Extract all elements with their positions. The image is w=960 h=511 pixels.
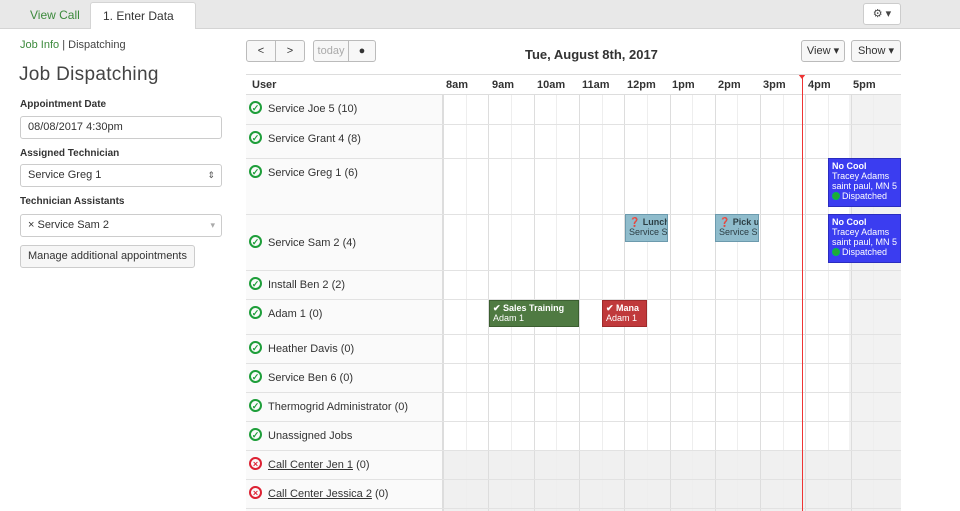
chevron-right-icon: > [286,45,294,57]
top-tab-bar: View Call 1. Enter Data ⚙ ▾ [0,0,960,29]
user-name: Heather Davis (0) [268,343,355,355]
user-name: Call Center Jessica 2 (0) [268,488,389,500]
user-name: Service Grant 4 (8) [268,133,361,145]
user-name: Call Center Jen 1 (0) [268,459,370,471]
chevron-down-icon: ▾ [210,220,215,230]
breadcrumb-separator: | [59,39,69,51]
technician-assistants-select[interactable]: × Service Sam 2 ▾ [20,214,222,237]
show-dropdown-button[interactable]: Show ▾ [851,40,901,62]
assistant-tag-service-sam-2[interactable]: × Service Sam 2 [28,219,109,231]
tab-enter-data[interactable]: 1. Enter Data [90,2,196,29]
assigned-technician-label: Assigned Technician [20,148,120,159]
hour-label: 8am [446,79,469,91]
hour-label: 3pm [763,79,786,91]
user-name: Install Ben 2 (2) [268,279,346,291]
hour-label: 1pm [672,79,695,91]
event-greg-no-cool[interactable]: No Cool Tracey Adams saint paul, MN 5 Di… [828,158,901,207]
tab-view-call[interactable]: View Call [18,2,92,29]
appointment-date-input[interactable]: 08/08/2017 4:30pm [20,116,222,139]
breadcrumb: Job Info | Dispatching [20,39,126,51]
user-link[interactable]: Call Center Jen 1 [268,459,353,471]
current-time-marker-icon [798,75,806,79]
check-circle-icon: ✓ [249,131,262,144]
page-title: Job Dispatching [19,64,159,85]
check-circle-icon: ✓ [249,428,262,441]
hour-label: 12pm [627,79,656,91]
breadcrumb-job-info-link[interactable]: Job Info [20,39,59,51]
user-name: Service Sam 2 (4) [268,237,357,249]
prev-day-button[interactable]: < [246,40,276,62]
select-arrows-icon: ⇕ [207,170,215,180]
technician-assistants-label: Technician Assistants [20,196,125,207]
event-adam-management[interactable]: ✔ Mana Adam 1 [602,300,647,327]
chevron-left-icon: < [257,45,265,57]
check-circle-icon: ✓ [249,370,262,383]
dispatched-status-dot [832,192,840,200]
user-name: Unassigned Jobs [268,430,353,442]
event-sam-no-cool[interactable]: No Cool Tracey Adams saint paul, MN 5 Di… [828,214,901,263]
manage-appointments-button[interactable]: Manage additional appointments [20,245,195,268]
current-time-line [802,75,803,511]
dispatch-calendar-grid: User 8am 9am 10am 11am 12pm 1pm 2pm 3pm … [246,74,901,511]
assigned-technician-value: Service Greg 1 [28,169,102,181]
dispatched-status-dot [832,248,840,256]
hour-label: 5pm [853,79,876,91]
check-circle-icon: ✓ [249,399,262,412]
x-circle-icon: × [249,486,262,499]
user-name: Service Joe 5 (10) [268,103,358,115]
check-circle-icon: ✓ [249,306,262,319]
user-name: Adam 1 (0) [268,308,323,320]
hour-label: 11am [582,79,610,91]
appointment-date-label: Appointment Date [20,99,107,110]
view-dropdown-button[interactable]: View ▾ [801,40,845,62]
check-circle-icon: ✓ [249,101,262,114]
hour-label: 10am [537,79,566,91]
next-day-button[interactable]: > [275,40,305,62]
check-circle-icon: ✓ [249,235,262,248]
hour-label: 4pm [808,79,831,91]
assigned-technician-select[interactable]: Service Greg 1 ⇕ [20,164,222,187]
breadcrumb-current: Dispatching [68,39,126,51]
hour-label: 2pm [718,79,741,91]
user-name: Service Greg 1 (6) [268,167,358,179]
user-name: Service Ben 6 (0) [268,372,353,384]
check-circle-icon: ✓ [249,277,262,290]
today-button[interactable]: today [313,40,349,62]
user-column-header: User [252,79,277,91]
x-circle-icon: × [249,457,262,470]
event-sam-lunch[interactable]: ❓ Lunch Service S [625,214,668,242]
user-link[interactable]: Call Center Jessica 2 [268,488,372,500]
settings-gear-button[interactable]: ⚙ ▾ [863,3,901,25]
check-circle-icon: ✓ [249,165,262,178]
user-name: Thermogrid Administrator (0) [268,401,409,413]
check-circle-icon: ✓ [249,341,262,354]
globe-button[interactable]: ● [348,40,376,62]
event-sam-pick-up[interactable]: ❓ Pick u Service S [715,214,759,242]
event-adam-sales-training[interactable]: ✔ Sales Training Adam 1 [489,300,579,327]
hour-label: 9am [492,79,515,91]
globe-icon: ● [358,45,366,57]
calendar-date-title: Tue, August 8th, 2017 [525,47,658,62]
